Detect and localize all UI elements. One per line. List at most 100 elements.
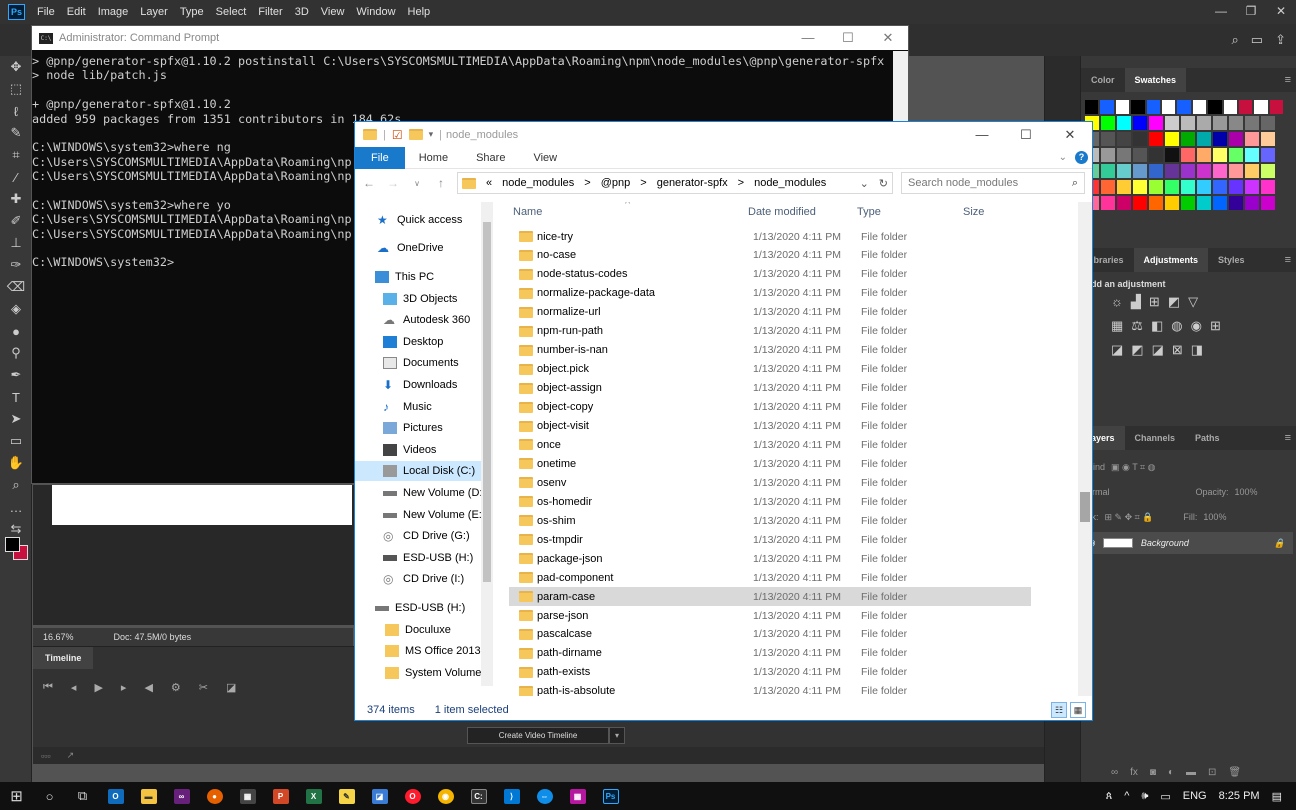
color-swatch[interactable] (1181, 196, 1195, 210)
tab-share[interactable]: Share (462, 147, 519, 169)
back-icon[interactable]: ← (361, 176, 377, 190)
levels-icon[interactable]: ▟ (1131, 294, 1141, 310)
table-row[interactable]: no-case 1/13/2020 4:11 PM File folder (509, 246, 1031, 265)
powerpoint-icon[interactable]: P (264, 782, 297, 810)
help-icon[interactable]: ? (1075, 151, 1088, 164)
color-swatch[interactable] (1229, 180, 1243, 194)
ps-menu-3d[interactable]: 3D (289, 6, 315, 18)
brush-tool-icon[interactable]: ✐ (0, 210, 32, 232)
gradient-map-icon[interactable]: ◨ (1191, 342, 1203, 358)
nav-item[interactable]: This PC (355, 267, 482, 287)
eyedropper-tool-icon[interactable]: ⁄ (0, 166, 32, 188)
tab-swatches[interactable]: Swatches (1124, 68, 1187, 92)
table-row[interactable]: path-is-absolute 1/13/2020 4:11 PM File fo… (509, 682, 1031, 696)
document-canvas[interactable] (52, 485, 352, 525)
audio-icon[interactable]: ◀ (144, 681, 152, 694)
ps-menu-type[interactable]: Type (174, 6, 210, 18)
color-swatch[interactable] (1165, 180, 1179, 194)
breadcrumb-node-modules-2[interactable]: node_modules (754, 177, 826, 189)
nav-item[interactable]: Documents (355, 353, 482, 373)
nav-scroll-thumb[interactable] (483, 222, 491, 582)
adjustment-layer-icon[interactable]: ◐ (1168, 767, 1174, 778)
share-icon[interactable]: ⇪ (1275, 32, 1286, 48)
dodge-tool-icon[interactable]: ⚲ (0, 342, 32, 364)
color-swatch[interactable] (1238, 100, 1253, 114)
doc-info[interactable]: Doc: 47.5M/0 bytes (114, 632, 192, 642)
task-view-icon[interactable]: ⧉ (66, 782, 99, 810)
ps-menu-help[interactable]: Help (402, 6, 437, 18)
close-icon[interactable]: ✕ (868, 30, 908, 46)
file-explorer-icon[interactable]: ▬ (132, 782, 165, 810)
color-swatch[interactable] (1133, 148, 1147, 162)
tab-view[interactable]: View (519, 147, 571, 169)
vscode-icon[interactable]: ⟩ (495, 782, 528, 810)
refresh-icon[interactable]: ↻ (879, 177, 888, 190)
hue-icon[interactable]: ▦ (1111, 318, 1123, 334)
nav-item[interactable]: Doculuxe (355, 620, 482, 640)
ps-menu-image[interactable]: Image (92, 6, 135, 18)
details-view-icon[interactable]: ☷ (1051, 702, 1067, 718)
color-swatch[interactable] (1197, 132, 1211, 146)
type-tool-icon[interactable]: T (0, 386, 32, 408)
network-icon[interactable]: ▭ (1160, 790, 1170, 803)
color-swatch[interactable] (1245, 164, 1259, 178)
marquee-tool-icon[interactable]: ⬚ (0, 78, 32, 100)
ps-menu-view[interactable]: View (315, 6, 351, 18)
notes-icon[interactable]: ✎ (330, 782, 363, 810)
visual-studio-icon[interactable]: ∞ (165, 782, 198, 810)
color-swatch[interactable] (1181, 164, 1195, 178)
lock-icons[interactable]: ⊞ ✎ ✥ ⌗ 🔒 (1105, 512, 1154, 523)
table-row[interactable]: parse-json 1/13/2020 4:11 PM File folder (509, 606, 1031, 625)
table-row[interactable]: os-tmpdir 1/13/2020 4:11 PM File folder (509, 530, 1031, 549)
hand-tool-icon[interactable]: ✋ (0, 452, 32, 474)
prev-frame-icon[interactable]: ◂ (71, 681, 77, 694)
zoom-level[interactable]: 16.67% (43, 632, 74, 642)
color-swatch[interactable] (1229, 132, 1243, 146)
color-swatch[interactable] (1149, 164, 1163, 178)
nav-item[interactable]: New Volume (E:) (355, 505, 482, 525)
tab-file[interactable]: File (355, 146, 405, 169)
table-row[interactable]: once 1/13/2020 4:11 PM File folder (509, 435, 1031, 454)
breadcrumb-node-modules-1[interactable]: node_modules (502, 177, 574, 189)
delete-icon[interactable]: 🗑 (1228, 767, 1241, 778)
color-swatch[interactable] (1261, 180, 1275, 194)
create-video-timeline-button[interactable]: Create Video Timeline (467, 727, 609, 744)
nav-item[interactable]: New Volume (D: (355, 483, 482, 503)
panel-menu-icon[interactable]: ≡ (1285, 254, 1291, 266)
color-swatch[interactable] (1101, 164, 1115, 178)
tab-adjustments[interactable]: Adjustments (1133, 248, 1209, 272)
color-swatch[interactable] (1101, 132, 1115, 146)
table-row[interactable]: object.pick 1/13/2020 4:11 PM File folder (509, 360, 1031, 379)
filter-icons[interactable]: ▣ ◉ T ⌗ ◍ (1111, 462, 1155, 473)
table-row[interactable]: normalize-package-data 1/13/2020 4:11 PM F… (509, 284, 1031, 303)
opacity-value[interactable]: 100% (1235, 487, 1258, 497)
nav-item[interactable]: System Volume I (355, 663, 482, 683)
color-swatch[interactable] (1229, 196, 1243, 210)
table-row[interactable]: param-case 1/13/2020 4:11 PM File folder (509, 587, 1031, 607)
restore-icon[interactable]: ❐ (1236, 0, 1266, 24)
address-bar[interactable]: « node_modules > @pnp > generator-spfx >… (457, 172, 893, 194)
ps-menu-select[interactable]: Select (210, 6, 253, 18)
color-swatch[interactable] (1197, 196, 1211, 210)
posterize-icon[interactable]: ◩ (1131, 342, 1143, 358)
excel-icon[interactable]: X (297, 782, 330, 810)
color-swatch[interactable] (1133, 116, 1147, 130)
color-swatch[interactable] (1261, 196, 1275, 210)
color-swatch[interactable] (1149, 148, 1163, 162)
fx-icon[interactable]: fx (1130, 767, 1138, 778)
color-swatch[interactable] (1115, 100, 1130, 114)
nav-item[interactable]: ESD-USB (H:) (355, 548, 482, 568)
next-frame-icon[interactable]: ▸ (121, 681, 127, 694)
breadcrumb-separator-icon[interactable]: > (640, 177, 646, 189)
transition-icon[interactable]: ◪ (226, 681, 236, 694)
paint-icon[interactable]: ◪ (363, 782, 396, 810)
color-swatch[interactable] (1165, 164, 1179, 178)
table-row[interactable]: object-assign 1/13/2020 4:11 PM File folde… (509, 379, 1031, 398)
zoom-tool-icon[interactable]: ⌕ (0, 474, 32, 496)
color-swatch[interactable] (1101, 180, 1115, 194)
color-swatch[interactable] (1213, 164, 1227, 178)
large-icons-view-icon[interactable]: ▦ (1070, 702, 1086, 718)
pen-tool-icon[interactable]: ✒ (0, 364, 32, 386)
minimize-icon[interactable]: — (1206, 0, 1236, 24)
rectangle-tool-icon[interactable]: ▭ (0, 430, 32, 452)
